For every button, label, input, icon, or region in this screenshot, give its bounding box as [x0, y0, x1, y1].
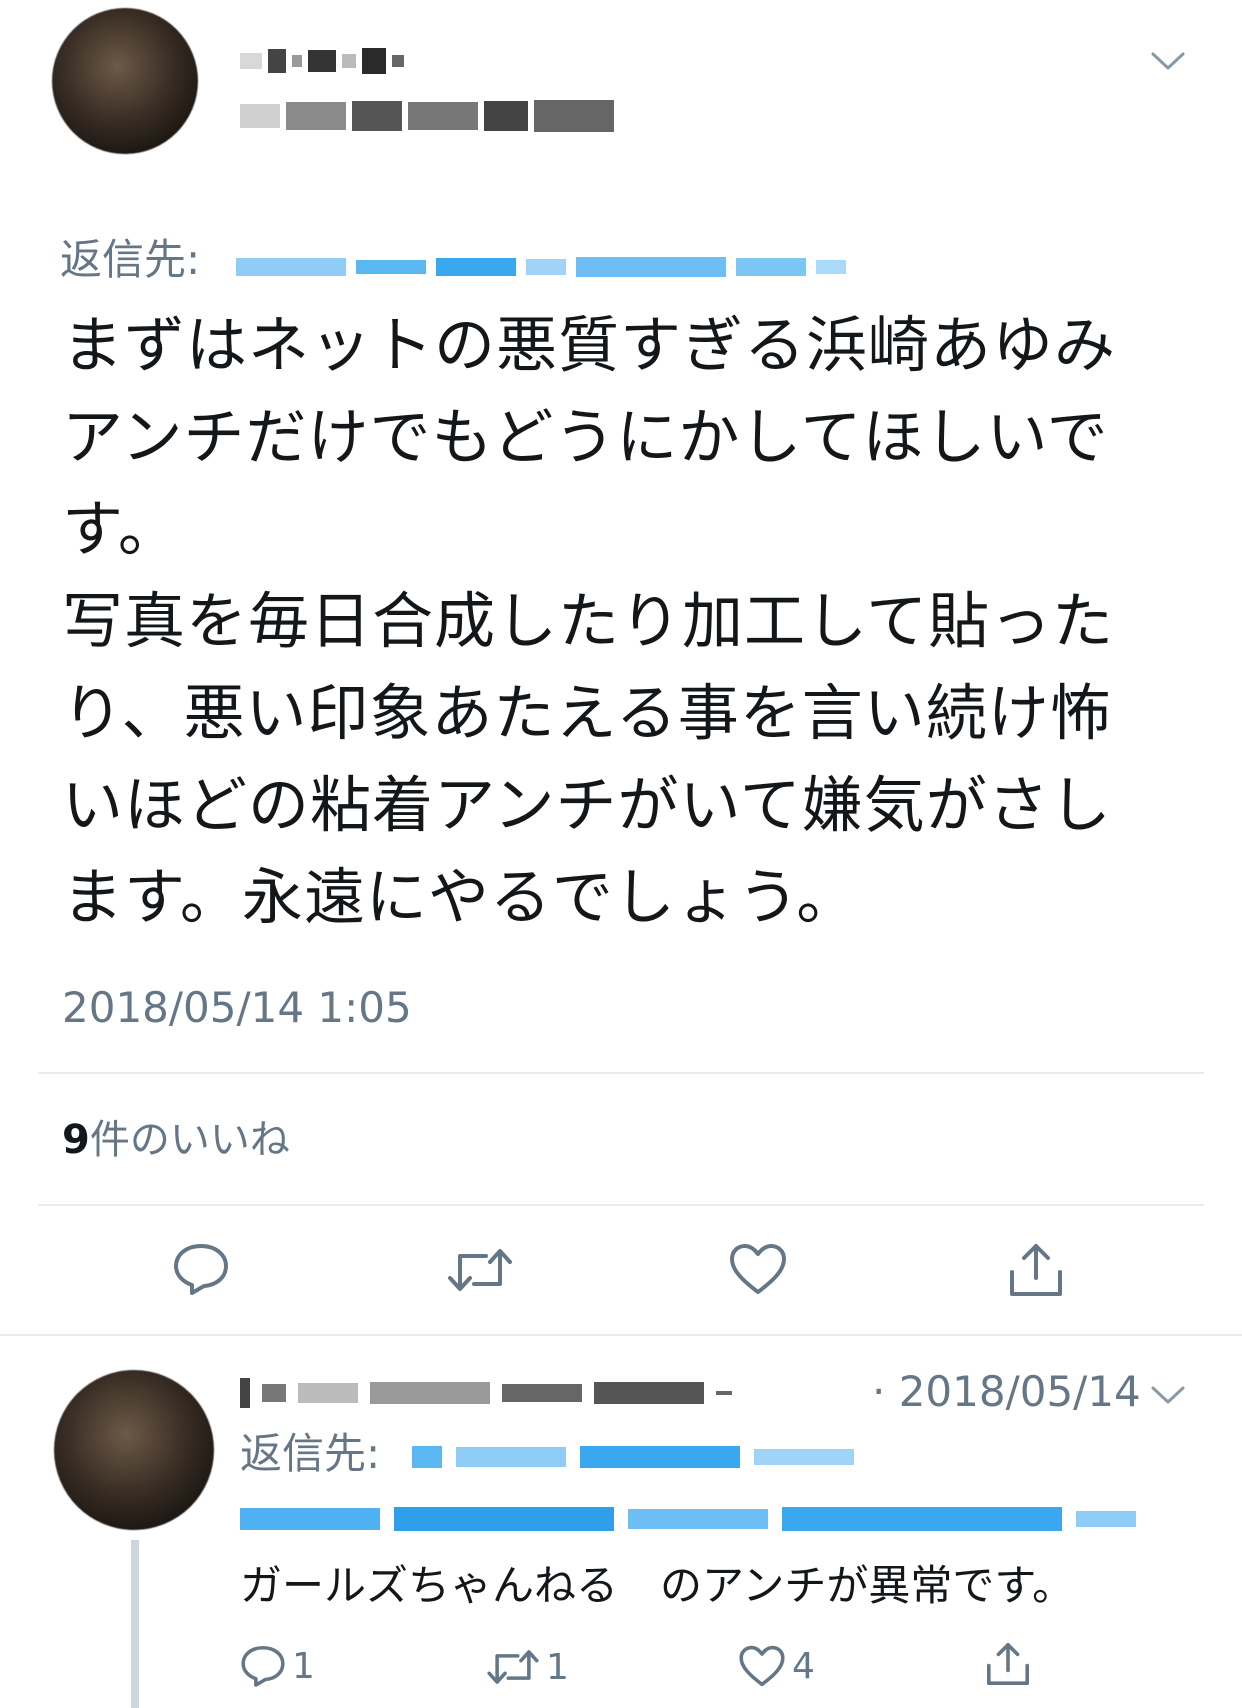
avatar[interactable]	[52, 8, 198, 154]
reply-to-mentions-redacted[interactable]	[412, 1440, 854, 1474]
share-icon[interactable]	[984, 1640, 1032, 1688]
likes-count: 9	[62, 1117, 90, 1163]
like-count: 4	[792, 1645, 815, 1687]
reply-action-reply[interactable]: 1	[240, 1644, 315, 1688]
reply-icon	[240, 1644, 286, 1688]
tweet-text-line: 写真を毎日合成したり加工して貼った	[62, 586, 1115, 657]
tweet-text-line: いほどの粘着アンチがいて嫌気がさし	[62, 770, 1112, 841]
reply-count: 1	[292, 1645, 315, 1687]
likes-label: 件のいいね	[89, 1117, 290, 1163]
tweet-text-line: まずはネットの悪質すぎる浜崎あゆみ	[62, 310, 1117, 381]
reply-to-mentions-redacted[interactable]	[236, 250, 846, 284]
reply-author-redacted[interactable]	[240, 1376, 732, 1410]
likes-stat[interactable]: 9件のいいね	[62, 1115, 290, 1165]
tweet-text-line: アンチだけでもどうにかしてほしいで	[62, 402, 1109, 473]
tweet-timestamp[interactable]: 2018/05/14 1:05	[62, 982, 412, 1034]
chevron-down-icon[interactable]	[1150, 50, 1186, 72]
username-redacted[interactable]	[240, 96, 614, 136]
tweet-text-line: り、悪い印象あたえる事を言い続け怖	[62, 678, 1112, 749]
thread-line	[131, 1540, 139, 1708]
reply-icon[interactable]	[172, 1242, 230, 1296]
tweet-text: まずはネットの悪質すぎる浜崎あゆみ アンチだけでもどうにかしてほしいで す。 写…	[62, 300, 1192, 944]
reply-to-label: 返信先:	[60, 235, 201, 284]
reply-to-label: 返信先:	[240, 1429, 381, 1478]
retweet-icon	[486, 1646, 540, 1688]
reply-avatar[interactable]	[54, 1370, 214, 1530]
reply-action-like[interactable]: 4	[738, 1644, 815, 1688]
heart-icon[interactable]	[728, 1242, 788, 1296]
share-icon[interactable]	[1006, 1240, 1066, 1300]
display-name-redacted[interactable]	[240, 42, 404, 80]
retweet-icon[interactable]	[446, 1244, 514, 1296]
reply-date[interactable]: · 2018/05/14	[872, 1366, 1141, 1418]
divider	[0, 1334, 1242, 1336]
heart-icon	[738, 1644, 786, 1688]
tweet-text-line: ます。永遠にやるでしょう。	[62, 862, 859, 933]
reply-action-retweet[interactable]: 1	[486, 1646, 569, 1688]
tweet-text-line: す。	[62, 494, 180, 565]
divider	[38, 1072, 1204, 1074]
divider	[38, 1204, 1204, 1206]
reply-text: ガールズちゃんねる のアンチが異常です。	[240, 1561, 1075, 1610]
reply-to-mentions-redacted[interactable]	[240, 1502, 1136, 1536]
retweet-count: 1	[546, 1646, 569, 1688]
chevron-down-icon[interactable]	[1150, 1384, 1186, 1406]
